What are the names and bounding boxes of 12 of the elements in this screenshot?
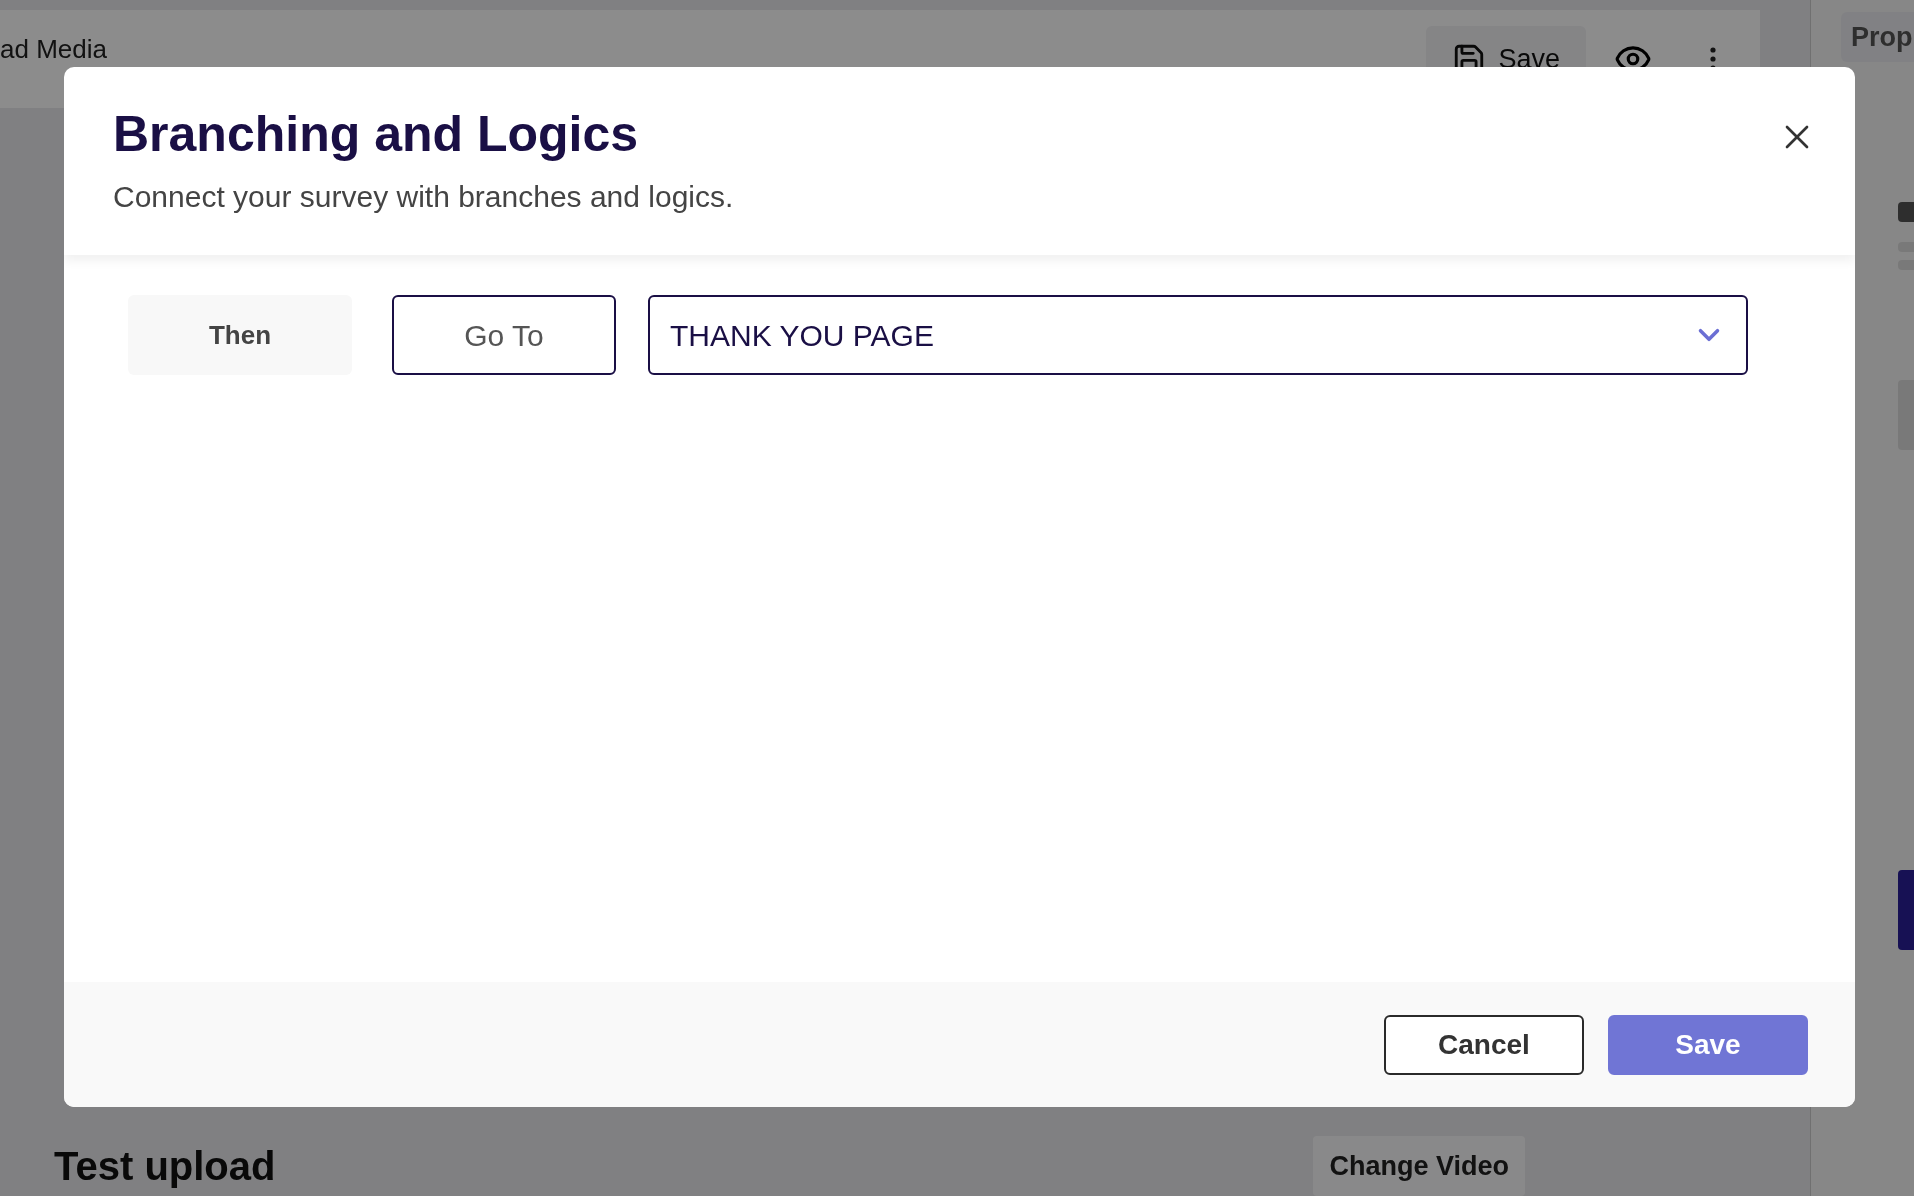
section-title: Test upload bbox=[54, 1143, 276, 1190]
placeholder-bar bbox=[1898, 202, 1914, 222]
condition-label: Then bbox=[128, 295, 352, 375]
page-title: ad Media bbox=[0, 34, 107, 64]
dialog-subtitle: Connect your survey with branches and logics. bbox=[113, 178, 735, 215]
change-video-button[interactable]: Change Video bbox=[1313, 1136, 1525, 1196]
target-select[interactable]: THANK YOU PAGE bbox=[648, 295, 1748, 375]
cancel-button[interactable]: Cancel bbox=[1384, 1014, 1584, 1075]
dialog-title: Branching and Logics bbox=[113, 105, 639, 164]
save-button[interactable]: Save bbox=[1608, 1014, 1808, 1075]
action-select[interactable]: Go To bbox=[392, 295, 616, 375]
properties-tab[interactable]: Prop bbox=[1841, 12, 1914, 62]
